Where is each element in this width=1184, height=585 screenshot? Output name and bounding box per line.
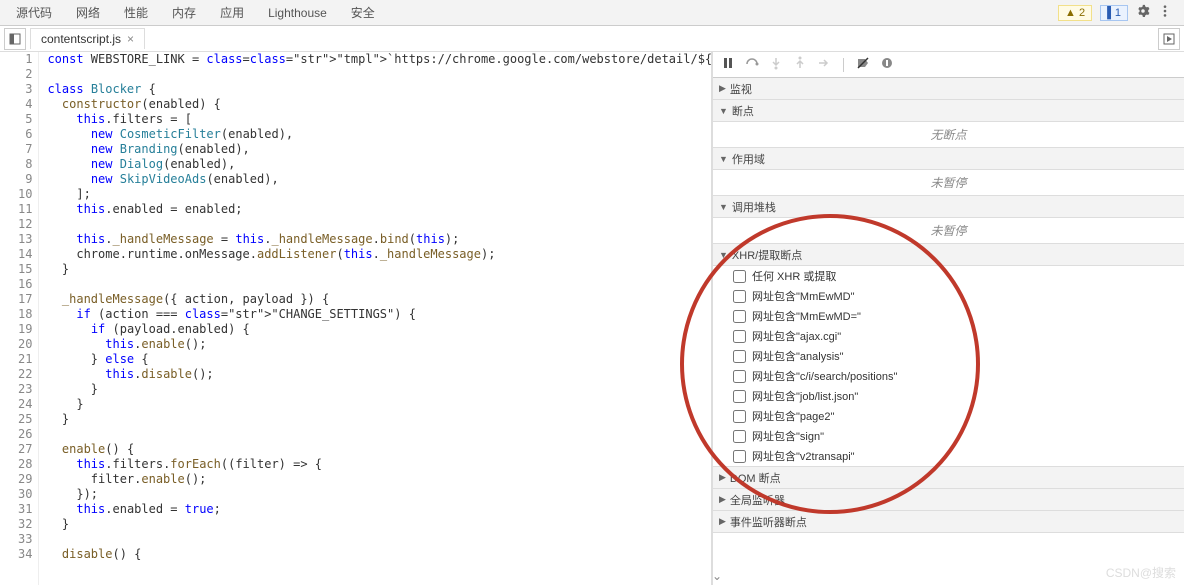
tab-network[interactable]: 网络 xyxy=(64,0,112,25)
no-breakpoints-text: 无断点 xyxy=(713,122,1184,148)
global-section[interactable]: ▶全局监听器 xyxy=(713,489,1184,511)
xhr-bp-item[interactable]: 网址包含"MmEwMD" xyxy=(713,286,1184,306)
line-gutter: 1234567891011121314151617181920212223242… xyxy=(0,52,39,585)
event-section[interactable]: ▶事件监听器断点 xyxy=(713,511,1184,533)
xhr-bp-item[interactable]: 网址包含"sign" xyxy=(713,426,1184,446)
debugger-toolbar xyxy=(713,52,1184,78)
scope-not-paused: 未暂停 xyxy=(713,170,1184,196)
xhr-bp-label: 网址包含"c/i/search/positions" xyxy=(752,368,897,384)
xhr-bp-label: 网址包含"MmEwMD=" xyxy=(752,308,861,324)
breakpoints-section[interactable]: ▼断点 xyxy=(713,100,1184,122)
xhr-bp-item[interactable]: 任何 XHR 或提取 xyxy=(713,266,1184,286)
debugger-pane: ▶监视 ▼断点 无断点 ▼作用域 未暂停 ▼调用堆栈 未暂停 ▼XHR/提取断点… xyxy=(712,52,1184,585)
xhr-bp-checkbox[interactable] xyxy=(733,350,746,363)
file-tab[interactable]: contentscript.js × xyxy=(30,28,145,49)
tab-lighthouse[interactable]: Lighthouse xyxy=(256,2,339,24)
xhr-bp-label: 网址包含"job/list.json" xyxy=(752,388,858,404)
step-into-icon[interactable] xyxy=(769,56,783,73)
xhr-bp-label: 网址包含"MmEwMD" xyxy=(752,288,855,304)
settings-icon[interactable] xyxy=(1136,4,1150,21)
close-icon[interactable]: × xyxy=(127,32,134,46)
xhr-bp-checkbox[interactable] xyxy=(733,430,746,443)
tab-application[interactable]: 应用 xyxy=(208,0,256,25)
messages-badge[interactable]: ▌1 xyxy=(1100,5,1128,21)
xhr-bp-checkbox[interactable] xyxy=(733,450,746,463)
xhr-bp-label: 网址包含"v2transapi" xyxy=(752,448,855,464)
xhr-section[interactable]: ▼XHR/提取断点 xyxy=(713,244,1184,266)
xhr-breakpoint-list: 任何 XHR 或提取 网址包含"MmEwMD" 网址包含"MmEwMD=" 网址… xyxy=(713,266,1184,467)
xhr-bp-item[interactable]: 网址包含"job/list.json" xyxy=(713,386,1184,406)
scroll-down-icon[interactable]: ⌄ xyxy=(712,569,722,583)
file-name: contentscript.js xyxy=(41,32,121,46)
xhr-bp-item[interactable]: 网址包含"analysis" xyxy=(713,346,1184,366)
watch-section[interactable]: ▶监视 xyxy=(713,78,1184,100)
xhr-bp-label: 网址包含"analysis" xyxy=(752,348,844,364)
xhr-bp-item[interactable]: 网址包含"MmEwMD=" xyxy=(713,306,1184,326)
deactivate-bp-icon[interactable] xyxy=(856,56,870,73)
xhr-bp-label: 网址包含"sign" xyxy=(752,428,824,444)
code-content[interactable]: const WEBSTORE_LINK = class=class="str">… xyxy=(39,52,711,585)
more-icon[interactable] xyxy=(1158,4,1172,21)
callstack-not-paused: 未暂停 xyxy=(713,218,1184,244)
devtools-tabs: 源代码 网络 性能 内存 应用 Lighthouse 安全 ▲ 2 ▌1 xyxy=(0,0,1184,26)
xhr-bp-checkbox[interactable] xyxy=(733,270,746,283)
code-editor[interactable]: 1234567891011121314151617181920212223242… xyxy=(0,52,712,585)
pause-icon[interactable] xyxy=(721,56,735,73)
tab-security[interactable]: 安全 xyxy=(339,0,387,25)
tab-performance[interactable]: 性能 xyxy=(112,0,160,25)
xhr-bp-label: 网址包含"ajax.cgi" xyxy=(752,328,841,344)
xhr-bp-item[interactable]: 网址包含"ajax.cgi" xyxy=(713,326,1184,346)
watermark: CSDN@搜索 xyxy=(1106,564,1176,581)
xhr-bp-checkbox[interactable] xyxy=(733,310,746,323)
dom-section[interactable]: ▶DOM 断点 xyxy=(713,467,1184,489)
step-out-icon[interactable] xyxy=(793,56,807,73)
xhr-bp-label: 网址包含"page2" xyxy=(752,408,834,424)
navigator-toggle-icon[interactable] xyxy=(4,28,26,50)
xhr-bp-checkbox[interactable] xyxy=(733,290,746,303)
step-over-icon[interactable] xyxy=(745,56,759,73)
scope-section[interactable]: ▼作用域 xyxy=(713,148,1184,170)
xhr-bp-label: 任何 XHR 或提取 xyxy=(752,268,836,284)
tab-memory[interactable]: 内存 xyxy=(160,0,208,25)
pause-exceptions-icon[interactable] xyxy=(880,56,894,73)
file-tabs-bar: contentscript.js × xyxy=(0,26,1184,52)
xhr-bp-checkbox[interactable] xyxy=(733,390,746,403)
xhr-bp-checkbox[interactable] xyxy=(733,330,746,343)
tab-sources[interactable]: 源代码 xyxy=(4,0,64,25)
xhr-bp-item[interactable]: 网址包含"c/i/search/positions" xyxy=(713,366,1184,386)
xhr-bp-item[interactable]: 网址包含"page2" xyxy=(713,406,1184,426)
xhr-bp-checkbox[interactable] xyxy=(733,370,746,383)
xhr-bp-item[interactable]: 网址包含"v2transapi" xyxy=(713,446,1184,466)
callstack-section[interactable]: ▼调用堆栈 xyxy=(713,196,1184,218)
step-icon[interactable] xyxy=(817,56,831,73)
xhr-bp-checkbox[interactable] xyxy=(733,410,746,423)
run-snippet-icon[interactable] xyxy=(1158,28,1180,50)
warnings-badge[interactable]: ▲ 2 xyxy=(1058,5,1092,21)
